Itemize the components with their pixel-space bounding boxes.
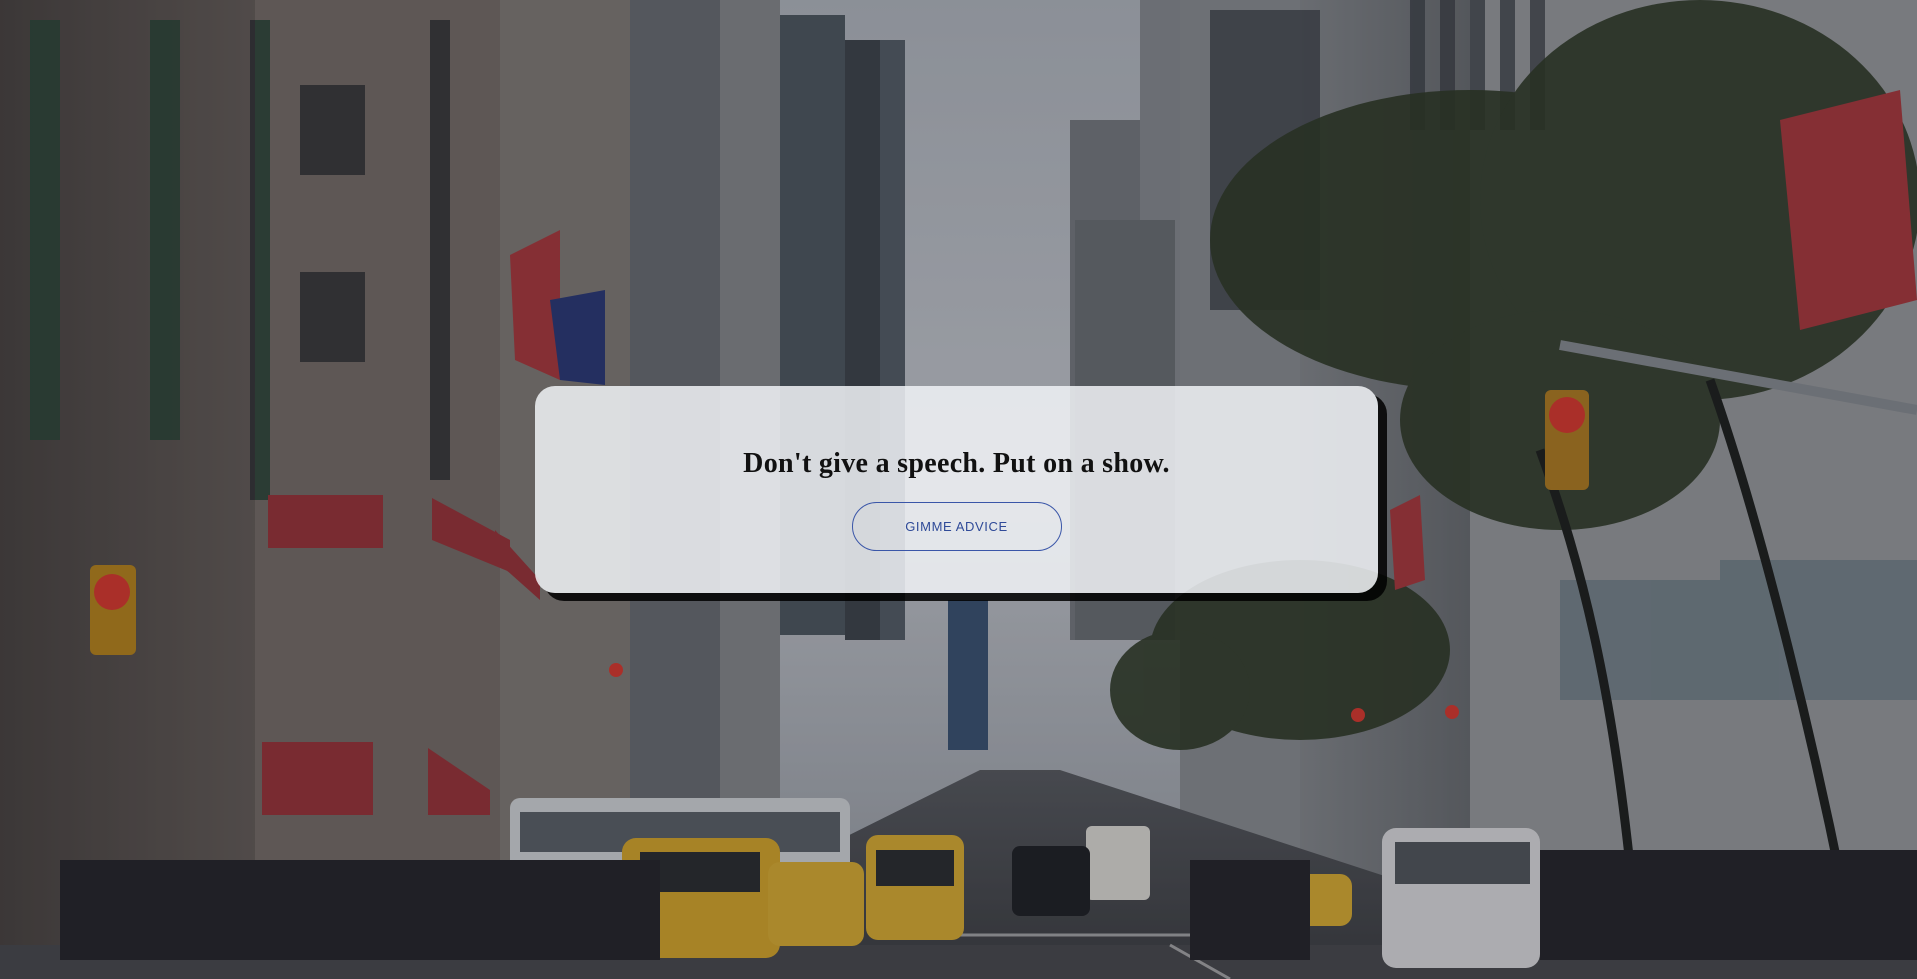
advice-text: Don't give a speech. Put on a show.	[743, 448, 1170, 479]
advice-card: Don't give a speech. Put on a show. GIMM…	[535, 386, 1378, 593]
app-root: Don't give a speech. Put on a show. GIMM…	[0, 0, 1917, 979]
gimme-advice-button[interactable]: GIMME ADVICE	[851, 502, 1062, 551]
